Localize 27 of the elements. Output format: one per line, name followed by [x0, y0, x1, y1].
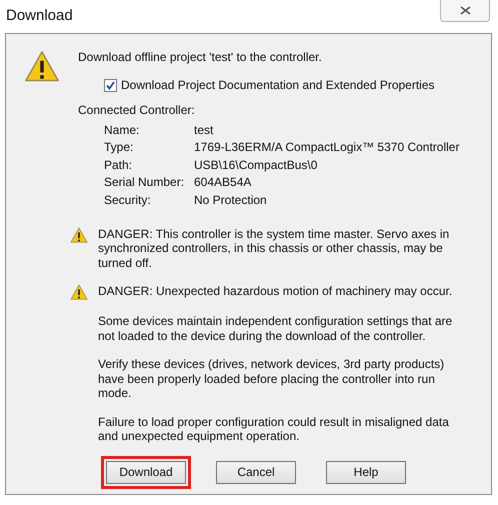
- note-text: Verify these devices (drives, network devices, 3rd party products) have been properly loaded before placing the controller into run mode.: [98, 357, 446, 401]
- field-label: Security:: [104, 192, 152, 209]
- note-text: Failure to load proper configuration could result in misaligned data and unexpected equipment operation.: [98, 414, 450, 444]
- dialog-button[interactable]: Download: [101, 456, 191, 489]
- danger-text: DANGER: Unexpected hazardous motion of machinery may occur.: [98, 284, 454, 300]
- checkbox-box[interactable]: [104, 78, 117, 92]
- download-message: Download offline project 'test' to the controller.: [78, 49, 323, 66]
- field-label: Serial Number:: [104, 174, 186, 192]
- close-icon: [460, 6, 470, 15]
- window-title: Download: [6, 6, 73, 26]
- close-button[interactable]: [440, 0, 490, 22]
- warning-icon: [24, 50, 60, 82]
- check-icon: [106, 80, 115, 90]
- field-value: 1769-L36ERM/A CompactLogix™ 5370 Controller: [194, 139, 460, 156]
- controller-heading: Connected Controller:: [78, 102, 196, 119]
- field-value: test: [194, 122, 214, 139]
- field-value: No Protection: [194, 192, 267, 209]
- note-text: Some devices maintain independent configuration settings that are not loaded to the device during the download of the controller.: [98, 314, 454, 344]
- warning-icon: [70, 284, 88, 300]
- field-label: Path:: [104, 156, 134, 174]
- field-label: Name:: [104, 122, 140, 139]
- danger-text: DANGER: This controller is the system time master. Servo axes in synchronized controllers, in this chassis or other chassis, may be turned off.: [98, 226, 450, 270]
- field-label: Type:: [104, 139, 134, 156]
- documentation-checkbox[interactable]: Download Project Documentation and Extended Properties: [104, 76, 460, 94]
- field-value: 604AB54A: [194, 174, 252, 192]
- field-value: USB\16\CompactBus\0: [194, 156, 318, 174]
- warning-icon: [70, 226, 88, 243]
